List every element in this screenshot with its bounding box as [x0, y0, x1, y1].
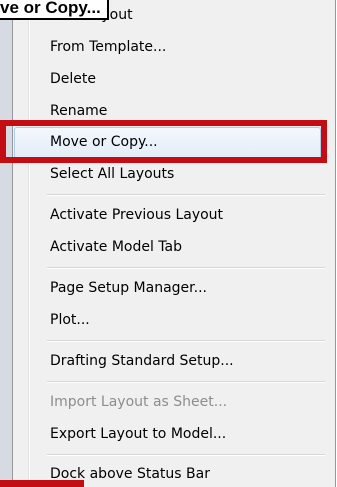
- menu-item-plot[interactable]: Plot...: [50, 308, 90, 332]
- background-window-edge: [0, 0, 12, 487]
- menu-item-activate-model-tab[interactable]: Activate Model Tab: [50, 235, 182, 259]
- menu-item-page-setup-manager[interactable]: Page Setup Manager...: [50, 276, 207, 300]
- menu-item-import-layout-as-sheet: Import Layout as Sheet...: [50, 394, 228, 410]
- menu-separator: [47, 381, 325, 383]
- menu-separator: [47, 267, 325, 269]
- tooltip-label: ve or Copy...: [0, 0, 109, 20]
- menu-separator: [47, 340, 325, 342]
- menu-item-activate-previous-layout[interactable]: Activate Previous Layout: [50, 203, 223, 227]
- menu-icon-gutter-highlight: [29, 0, 30, 487]
- menu-separator: [47, 454, 325, 456]
- menu-item-select-all-layouts[interactable]: Select All Layouts: [50, 162, 174, 186]
- menu-item-from-template[interactable]: From Template...: [50, 35, 166, 59]
- highlight-callout-fragment: [0, 480, 84, 487]
- menu-separator: [47, 194, 325, 196]
- menu-item-export-layout-to-model[interactable]: Export Layout to Model...: [50, 422, 226, 446]
- menu-item-delete[interactable]: Delete: [50, 67, 96, 91]
- highlight-callout-box: [0, 120, 327, 163]
- menu-item-drafting-standard-setup[interactable]: Drafting Standard Setup...: [50, 349, 234, 373]
